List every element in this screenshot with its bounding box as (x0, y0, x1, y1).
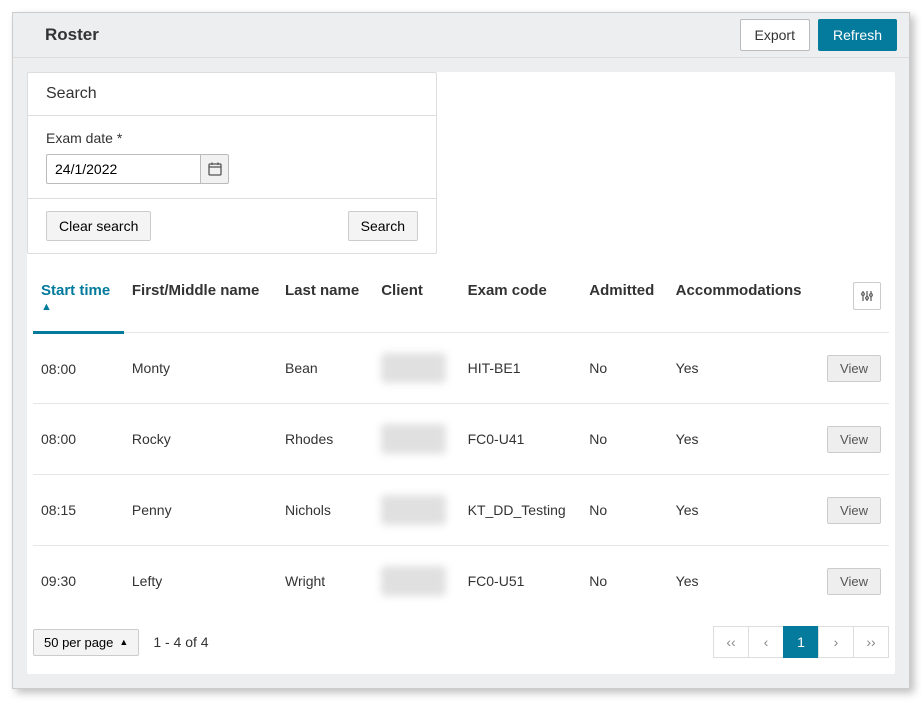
col-exam-code[interactable]: Exam code (460, 272, 582, 333)
table-row: 08:00 Monty Bean HIT-BE1 No Yes View (33, 333, 889, 404)
topbar-actions: Export Refresh (740, 19, 898, 51)
cell-last-name: Bean (277, 333, 373, 404)
cell-admitted: No (581, 475, 667, 546)
pager-page-1[interactable]: 1 (783, 626, 819, 658)
redacted-client (381, 424, 446, 454)
exam-date-input[interactable] (46, 154, 201, 184)
cell-client (373, 404, 459, 475)
page-title: Roster (45, 25, 99, 45)
per-page-label: 50 per page (44, 635, 113, 650)
col-accommodations[interactable]: Accommodations (668, 272, 819, 333)
cell-actions: View (819, 546, 889, 617)
search-button[interactable]: Search (348, 211, 418, 241)
redacted-client (381, 495, 446, 525)
cell-actions: View (819, 333, 889, 404)
cell-exam-code: KT_DD_Testing (460, 475, 582, 546)
search-panel: Search Exam date * Clear search Sea (27, 72, 437, 254)
col-last-name[interactable]: Last name (277, 272, 373, 333)
exam-date-group (46, 154, 418, 184)
cell-exam-code: FC0-U51 (460, 546, 582, 617)
topbar: Roster Export Refresh (13, 13, 909, 58)
cell-accommodations: Yes (668, 333, 819, 404)
calendar-icon (208, 162, 222, 176)
pagination: ‹‹ ‹ 1 › ›› (714, 626, 889, 658)
cell-first-name: Monty (124, 333, 277, 404)
cell-exam-code: HIT-BE1 (460, 333, 582, 404)
cell-client (373, 546, 459, 617)
main-panel: Search Exam date * Clear search Sea (27, 72, 895, 674)
roster-app: Roster Export Refresh Search Exam date * (12, 12, 910, 689)
search-body: Exam date * (28, 116, 436, 199)
roster-table: Start time ▲ First/Middle name Last name… (33, 272, 889, 616)
calendar-button[interactable] (201, 154, 229, 184)
redacted-client (381, 566, 446, 596)
cell-start-time: 09:30 (33, 546, 124, 617)
view-button[interactable]: View (827, 426, 881, 453)
col-start-time[interactable]: Start time ▲ (33, 272, 124, 333)
sliders-icon (861, 290, 873, 302)
view-button[interactable]: View (827, 568, 881, 595)
cell-client (373, 475, 459, 546)
page-range: 1 - 4 of 4 (153, 634, 208, 650)
column-settings-button[interactable] (853, 282, 881, 310)
caret-up-icon: ▲ (119, 637, 128, 647)
cell-first-name: Rocky (124, 404, 277, 475)
pager-prev[interactable]: ‹ (748, 626, 784, 658)
cell-exam-code: FC0-U41 (460, 404, 582, 475)
cell-admitted: No (581, 333, 667, 404)
clear-search-button[interactable]: Clear search (46, 211, 151, 241)
view-button[interactable]: View (827, 497, 881, 524)
pager-first[interactable]: ‹‹ (713, 626, 749, 658)
cell-accommodations: Yes (668, 475, 819, 546)
col-first-name[interactable]: First/Middle name (124, 272, 277, 333)
cell-admitted: No (581, 546, 667, 617)
table-row: 08:00 Rocky Rhodes FC0-U41 No Yes View (33, 404, 889, 475)
pager-last[interactable]: ›› (853, 626, 889, 658)
col-start-time-label: Start time (41, 282, 110, 299)
cell-admitted: No (581, 404, 667, 475)
view-button[interactable]: View (827, 355, 881, 382)
export-button[interactable]: Export (740, 19, 810, 51)
cell-client (373, 333, 459, 404)
content-area: Search Exam date * Clear search Sea (13, 58, 909, 688)
table-row: 09:30 Lefty Wright FC0-U51 No Yes View (33, 546, 889, 617)
refresh-button[interactable]: Refresh (818, 19, 897, 51)
sort-asc-icon: ▲ (41, 301, 116, 313)
table-header-row: Start time ▲ First/Middle name Last name… (33, 272, 889, 333)
col-admitted[interactable]: Admitted (581, 272, 667, 333)
cell-start-time: 08:00 (33, 333, 124, 404)
table-footer: 50 per page ▲ 1 - 4 of 4 ‹‹ ‹ 1 › ›› (27, 616, 895, 662)
redacted-client (381, 353, 446, 383)
cell-last-name: Wright (277, 546, 373, 617)
cell-last-name: Nichols (277, 475, 373, 546)
roster-table-wrap: Start time ▲ First/Middle name Last name… (27, 272, 895, 616)
cell-accommodations: Yes (668, 404, 819, 475)
cell-accommodations: Yes (668, 546, 819, 617)
cell-actions: View (819, 475, 889, 546)
search-heading: Search (28, 73, 436, 116)
search-footer: Clear search Search (28, 199, 436, 253)
cell-actions: View (819, 404, 889, 475)
table-row: 08:15 Penny Nichols KT_DD_Testing No Yes… (33, 475, 889, 546)
footer-left: 50 per page ▲ 1 - 4 of 4 (33, 629, 209, 656)
exam-date-label: Exam date * (46, 130, 418, 146)
cell-start-time: 08:15 (33, 475, 124, 546)
cell-start-time: 08:00 (33, 404, 124, 475)
cell-first-name: Penny (124, 475, 277, 546)
col-client[interactable]: Client (373, 272, 459, 333)
col-settings (819, 272, 889, 333)
pager-next[interactable]: › (818, 626, 854, 658)
per-page-selector[interactable]: 50 per page ▲ (33, 629, 139, 656)
cell-first-name: Lefty (124, 546, 277, 617)
cell-last-name: Rhodes (277, 404, 373, 475)
